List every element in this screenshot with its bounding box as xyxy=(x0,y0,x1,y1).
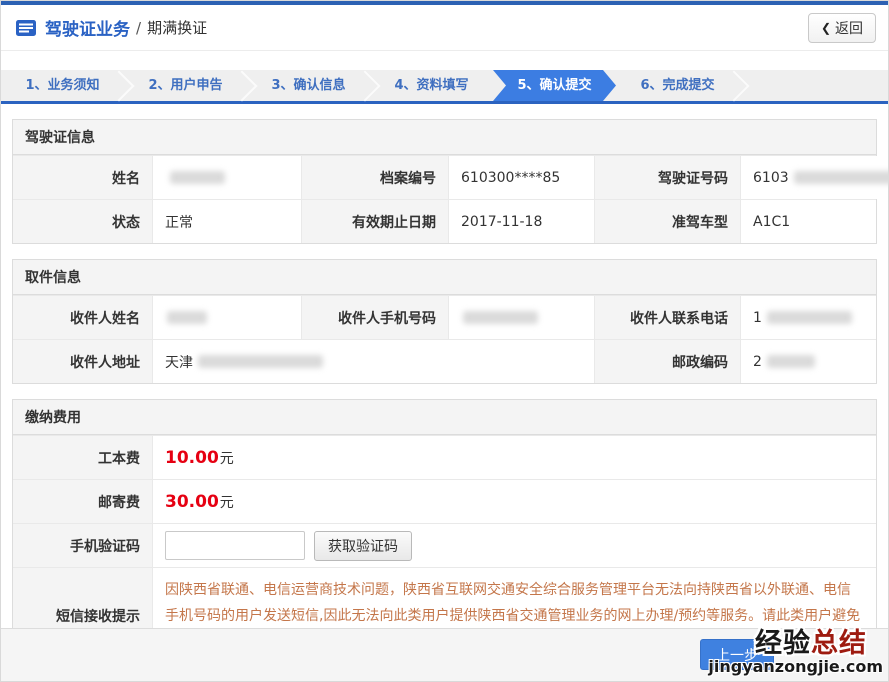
page: 驾驶证业务 / 期满换证 ❮ 返回 1、业务须知 2、用户申告 3、确认信息 4… xyxy=(0,0,889,682)
license-info-section: 驾驶证信息 姓名 档案编号 610300****85 驾驶证号码 6103 状态… xyxy=(12,119,877,244)
step-5-confirm-submit[interactable]: 5、确认提交 xyxy=(493,70,616,101)
recipient-address-label: 收件人地址 xyxy=(13,340,153,383)
table-row: 手机验证码 获取验证码 xyxy=(13,523,876,567)
expiry-value: 2017-11-18 xyxy=(449,200,595,243)
recipient-name-label: 收件人姓名 xyxy=(13,296,153,339)
pickup-info-section: 取件信息 收件人姓名 收件人手机号码 收件人联系电话 1 收件人地址 天津 邮政… xyxy=(12,259,877,384)
zip-label: 邮政编码 xyxy=(595,340,741,383)
status-label: 状态 xyxy=(13,200,153,243)
fees-section-title: 缴纳费用 xyxy=(13,400,876,435)
table-row: 工本费 10.00元 xyxy=(13,435,876,479)
license-no-value: 6103 xyxy=(741,156,889,199)
name-label: 姓名 xyxy=(13,156,153,199)
chevron-left-icon: ❮ xyxy=(821,21,831,35)
page-title: 驾驶证业务 xyxy=(45,15,130,40)
recipient-address-value: 天津 xyxy=(153,340,595,383)
table-row: 姓名 档案编号 610300****85 驾驶证号码 6103 xyxy=(13,155,876,199)
step-6-finish-submit[interactable]: 6、完成提交 xyxy=(616,70,739,101)
table-row: 收件人姓名 收件人手机号码 收件人联系电话 1 xyxy=(13,295,876,339)
fees-section: 缴纳费用 工本费 10.00元 邮寄费 30.00元 手机验证码 获取验证码 xyxy=(12,399,877,665)
zip-value: 2 xyxy=(741,340,876,383)
recipient-mobile-label: 收件人手机号码 xyxy=(302,296,449,339)
sms-code-cell: 获取验证码 xyxy=(153,524,876,567)
redacted-value xyxy=(198,355,323,368)
page-header: 驾驶证业务 / 期满换证 ❮ 返回 xyxy=(1,5,888,51)
file-no-value: 610300****85 xyxy=(449,156,595,199)
main-content: 驾驶证信息 姓名 档案编号 610300****85 驾驶证号码 6103 状态… xyxy=(1,119,888,665)
file-no-label: 档案编号 xyxy=(302,156,449,199)
step-1-business-notice[interactable]: 1、业务须知 xyxy=(1,70,124,101)
license-section-title: 驾驶证信息 xyxy=(13,120,876,155)
recipient-mobile-value xyxy=(449,296,595,339)
postage-fee-amount: 30.00 xyxy=(165,492,219,512)
table-row: 状态 正常 有效期止日期 2017-11-18 准驾车型 A1C1 xyxy=(13,199,876,243)
production-fee-value: 10.00元 xyxy=(153,436,876,479)
step-3-confirm-info[interactable]: 3、确认信息 xyxy=(247,70,370,101)
breadcrumb-separator: / xyxy=(136,19,141,37)
production-fee-label: 工本费 xyxy=(13,436,153,479)
redacted-value xyxy=(767,355,815,368)
recipient-name-value xyxy=(153,296,302,339)
table-row: 收件人地址 天津 邮政编码 2 xyxy=(13,339,876,383)
license-no-label: 驾驶证号码 xyxy=(595,156,741,199)
sms-code-label: 手机验证码 xyxy=(13,524,153,567)
recipient-contact-value: 1 xyxy=(741,296,876,339)
recipient-contact-label: 收件人联系电话 xyxy=(595,296,741,339)
status-value: 正常 xyxy=(153,200,302,243)
name-value xyxy=(153,156,302,199)
production-fee-amount: 10.00 xyxy=(165,448,219,468)
step-4-fill-data[interactable]: 4、资料填写 xyxy=(370,70,493,101)
redacted-value xyxy=(767,311,852,324)
production-fee-unit: 元 xyxy=(220,448,234,468)
redacted-value xyxy=(463,311,538,324)
sms-code-input[interactable] xyxy=(165,531,305,560)
table-row: 邮寄费 30.00元 xyxy=(13,479,876,523)
postage-fee-unit: 元 xyxy=(220,492,234,512)
license-list-icon xyxy=(15,19,37,37)
vehicle-class-label: 准驾车型 xyxy=(595,200,741,243)
expiry-label: 有效期止日期 xyxy=(302,200,449,243)
previous-step-button[interactable]: 上一步 xyxy=(700,639,774,670)
redacted-value xyxy=(167,311,207,324)
step-2-user-declaration[interactable]: 2、用户申告 xyxy=(124,70,247,101)
breadcrumb-current: 期满换证 xyxy=(147,17,207,38)
redacted-value xyxy=(794,171,889,184)
back-button-label: 返回 xyxy=(835,18,863,38)
redacted-value xyxy=(170,171,225,184)
pickup-section-title: 取件信息 xyxy=(13,260,876,295)
watermark-text-red: 总结 xyxy=(811,628,867,659)
footer-bar: 上一步 经验总结 jingyanzongjie.com xyxy=(1,628,888,681)
vehicle-class-value: A1C1 xyxy=(741,200,876,243)
postage-fee-value: 30.00元 xyxy=(153,480,876,523)
get-sms-code-button[interactable]: 获取验证码 xyxy=(314,531,412,561)
step-progress-bar: 1、业务须知 2、用户申告 3、确认信息 4、资料填写 5、确认提交 6、完成提… xyxy=(1,70,888,104)
back-button[interactable]: ❮ 返回 xyxy=(808,13,876,43)
postage-fee-label: 邮寄费 xyxy=(13,480,153,523)
